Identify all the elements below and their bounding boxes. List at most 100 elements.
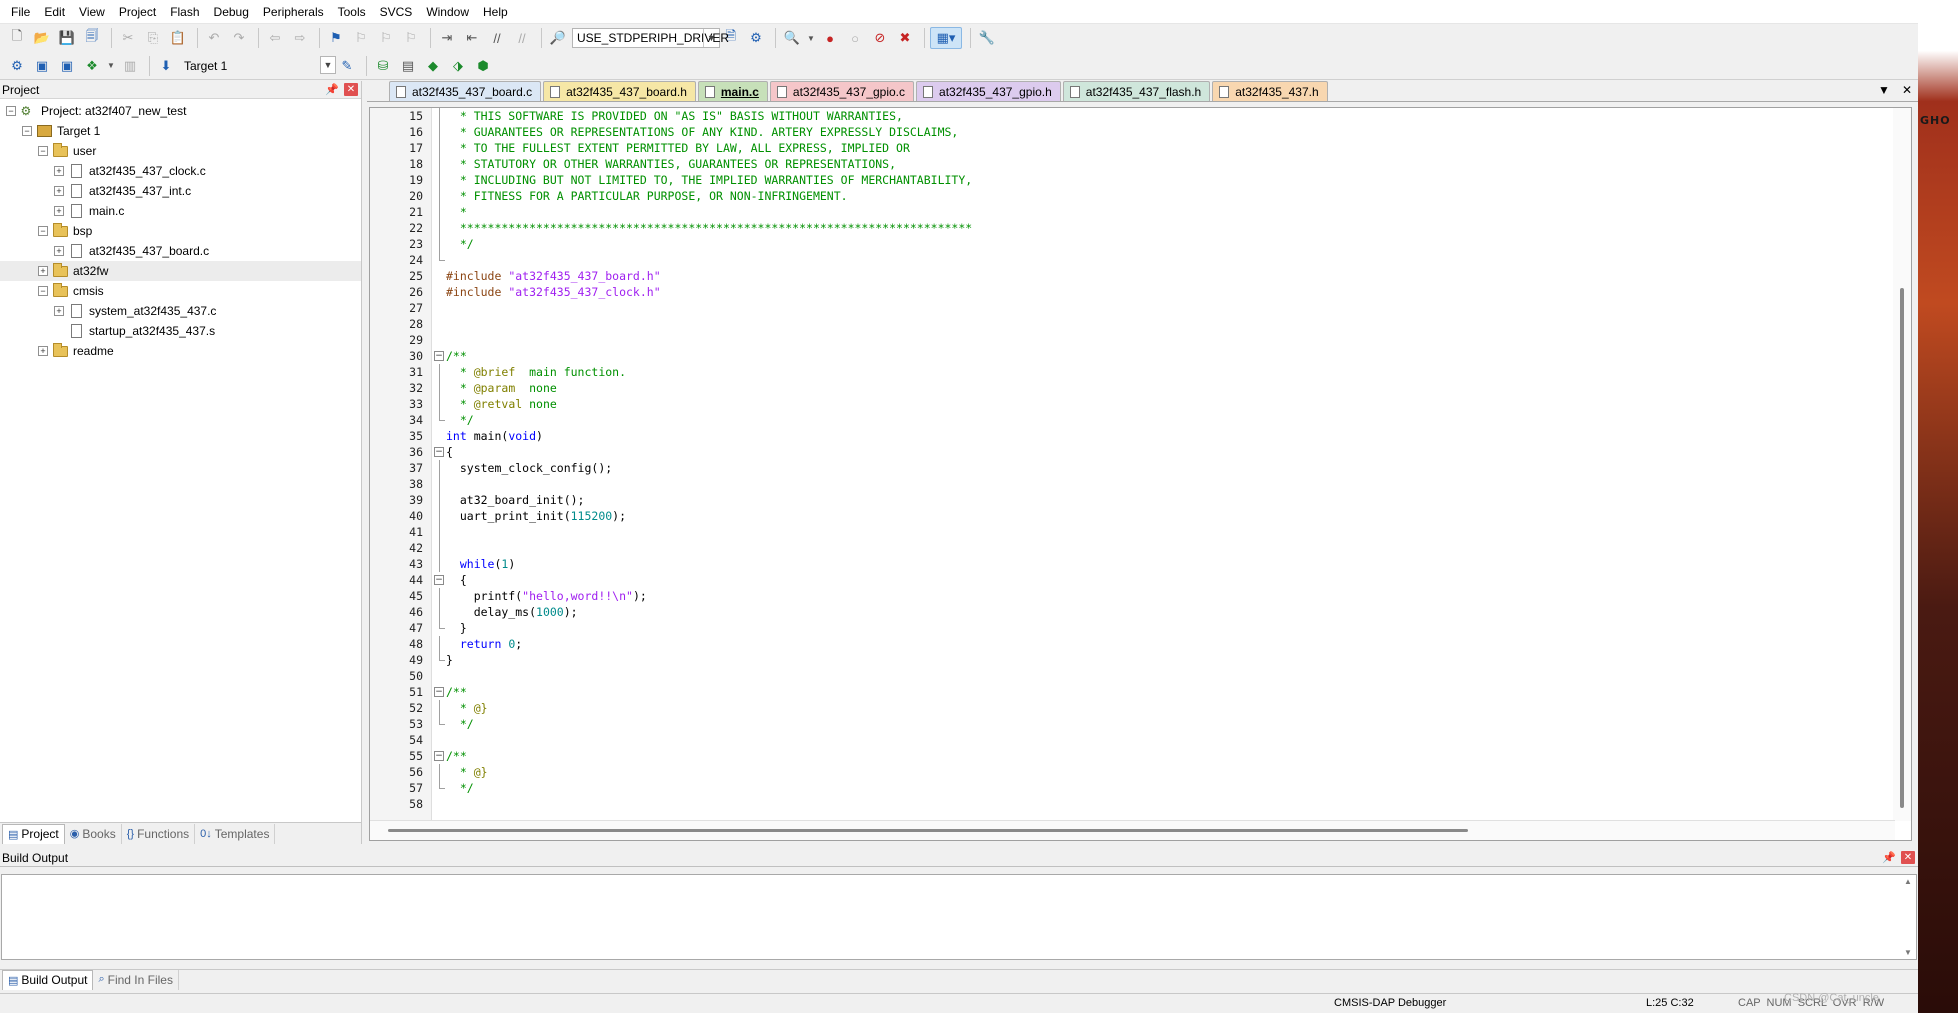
code-line[interactable]: /** <box>446 348 1894 364</box>
code-line[interactable]: * @retval none <box>446 396 1894 412</box>
open-file-icon[interactable]: 📂 <box>31 27 53 49</box>
tree-item[interactable]: + at32f435_437_clock.c <box>0 161 361 181</box>
bookmark-icon[interactable]: ⚑ <box>325 27 347 49</box>
tab-templates[interactable]: 0↓ Templates <box>195 823 276 844</box>
chevron-down-icon[interactable]: ▼ <box>806 27 816 49</box>
expand-icon[interactable]: + <box>38 346 48 356</box>
kill-breakpoints-icon[interactable]: ✖ <box>894 27 916 49</box>
new-file-icon[interactable]: 🗋 <box>6 27 28 49</box>
tree-item[interactable]: − Target 1 <box>0 121 361 141</box>
code-line[interactable]: } <box>446 652 1894 668</box>
close-icon[interactable]: ✕ <box>1902 83 1912 97</box>
code-line[interactable]: * @brief main function. <box>446 364 1894 380</box>
menu-help[interactable]: Help <box>476 0 515 24</box>
pack-installer-icon[interactable]: ◆ <box>422 55 444 77</box>
translate-icon[interactable]: ⚙ <box>6 55 28 77</box>
breakpoint-icon[interactable]: ● <box>819 27 841 49</box>
code-line[interactable]: ​ <box>446 252 1894 268</box>
configure-icon[interactable]: 🔧 <box>976 27 998 49</box>
window-layout-icon[interactable]: ▦▾ <box>930 27 962 49</box>
code-line[interactable]: ​ <box>446 524 1894 540</box>
prev-bookmark-icon[interactable]: ⚐ <box>350 27 372 49</box>
tree-item[interactable]: + at32f435_437_board.c <box>0 241 361 261</box>
tab-list-icon[interactable]: ▼ <box>1878 83 1890 97</box>
editor-tab[interactable]: at32f435_437_gpio.h <box>916 81 1061 101</box>
code-line[interactable]: ​ <box>446 796 1894 812</box>
software-packs-icon[interactable]: ⬢ <box>472 55 494 77</box>
menu-window[interactable]: Window <box>419 0 476 24</box>
vertical-scrollbar[interactable] <box>1893 108 1911 821</box>
fold-toggle-icon[interactable]: − <box>432 748 446 764</box>
chevron-down-icon[interactable]: ▼ <box>106 55 116 77</box>
horizontal-scrollbar[interactable] <box>370 820 1895 840</box>
code-line[interactable]: int main(void) <box>446 428 1894 444</box>
code-line[interactable]: while(1) <box>446 556 1894 572</box>
fold-toggle-icon[interactable]: − <box>432 348 446 364</box>
select-packs-icon[interactable]: ▤ <box>397 55 419 77</box>
tree-item[interactable]: − bsp <box>0 221 361 241</box>
disable-all-breakpoints-icon[interactable]: ⊘ <box>869 27 891 49</box>
code-line[interactable]: * TO THE FULLEST EXTENT PERMITTED BY LAW… <box>446 140 1894 156</box>
expand-icon[interactable]: + <box>54 246 64 256</box>
collapse-icon[interactable]: − <box>38 226 48 236</box>
define-select[interactable]: USE_STDPERIPH_DRIVER ▼ <box>572 28 729 48</box>
tab-find-in-files[interactable]: ⌕ Find In Files <box>93 969 179 990</box>
code-line[interactable]: */ <box>446 236 1894 252</box>
tab-books[interactable]: ◉ Books <box>65 823 122 844</box>
tree-item[interactable]: + system_at32f435_437.c <box>0 301 361 321</box>
code-line[interactable]: * <box>446 204 1894 220</box>
tab-build-output[interactable]: ▤ Build Output <box>2 969 94 990</box>
code-line[interactable]: * @} <box>446 700 1894 716</box>
run-time-environment-icon[interactable]: ⬗ <box>447 55 469 77</box>
close-icon[interactable]: ✕ <box>1901 851 1915 864</box>
code-line[interactable]: */ <box>446 412 1894 428</box>
code-line[interactable]: #include "at32f435_437_board.h" <box>446 268 1894 284</box>
tree-item[interactable]: + readme <box>0 341 361 361</box>
disable-breakpoint-icon[interactable]: ○ <box>844 27 866 49</box>
build-icon[interactable]: ▣ <box>31 55 53 77</box>
tree-item[interactable]: − user <box>0 141 361 161</box>
navigate-back-icon[interactable]: ⇦ <box>264 27 286 49</box>
download-icon[interactable]: ⬇ <box>155 55 177 77</box>
rebuild-icon[interactable]: ▣ <box>56 55 78 77</box>
code-line[interactable]: { <box>446 572 1894 588</box>
tree-item[interactable]: + at32fw <box>0 261 361 281</box>
code-line[interactable]: ​ <box>446 300 1894 316</box>
target-select[interactable]: Target 1 ▼ <box>180 55 336 76</box>
code-line[interactable]: at32_board_init(); <box>446 492 1894 508</box>
menu-view[interactable]: View <box>72 0 112 24</box>
code-line[interactable]: * STATUTORY OR OTHER WARRANTIES, GUARANT… <box>446 156 1894 172</box>
editor-tab[interactable]: at32f435_437.h <box>1212 81 1328 101</box>
undo-icon[interactable]: ↶ <box>203 27 225 49</box>
code-line[interactable]: ​ <box>446 476 1894 492</box>
cut-icon[interactable]: ✂ <box>117 27 139 49</box>
pin-icon[interactable]: 📌 <box>1882 851 1896 864</box>
pin-icon[interactable]: 📌 <box>325 83 339 96</box>
expand-icon[interactable]: + <box>54 186 64 196</box>
expand-icon[interactable]: + <box>54 166 64 176</box>
menu-project[interactable]: Project <box>112 0 163 24</box>
fold-toggle-icon[interactable]: − <box>432 572 446 588</box>
tree-item[interactable]: − cmsis <box>0 281 361 301</box>
incremental-find-icon[interactable]: ⚙ <box>745 27 767 49</box>
collapse-icon[interactable]: − <box>22 126 32 136</box>
fold-toggle-icon[interactable]: − <box>432 444 446 460</box>
code-text[interactable]: * THIS SOFTWARE IS PROVIDED ON "AS IS" B… <box>446 108 1894 821</box>
save-icon[interactable]: 💾 <box>56 27 78 49</box>
code-editor[interactable]: 15 16 17 18 19 20 21 22 23 24 25 26 27 28 29 30 31 32 33 34… <box>369 107 1912 841</box>
menu-svcs[interactable]: SVCS <box>373 0 420 24</box>
debug-session-icon[interactable]: 🔍 <box>781 27 803 49</box>
code-line[interactable]: */ <box>446 716 1894 732</box>
build-output-text[interactable]: ▲ ▼ <box>1 874 1917 960</box>
code-line[interactable]: /** <box>446 748 1894 764</box>
scroll-down-icon[interactable]: ▼ <box>1904 948 1912 957</box>
tab-project[interactable]: ▤ Project <box>2 823 65 844</box>
expand-icon[interactable]: + <box>54 206 64 216</box>
uncomment-icon[interactable]: // <box>511 27 533 49</box>
redo-icon[interactable]: ↷ <box>228 27 250 49</box>
code-line[interactable]: ​ <box>446 668 1894 684</box>
code-line[interactable]: ​ <box>446 316 1894 332</box>
expand-icon[interactable]: + <box>54 306 64 316</box>
code-line[interactable]: */ <box>446 780 1894 796</box>
collapse-icon[interactable]: − <box>6 106 16 116</box>
